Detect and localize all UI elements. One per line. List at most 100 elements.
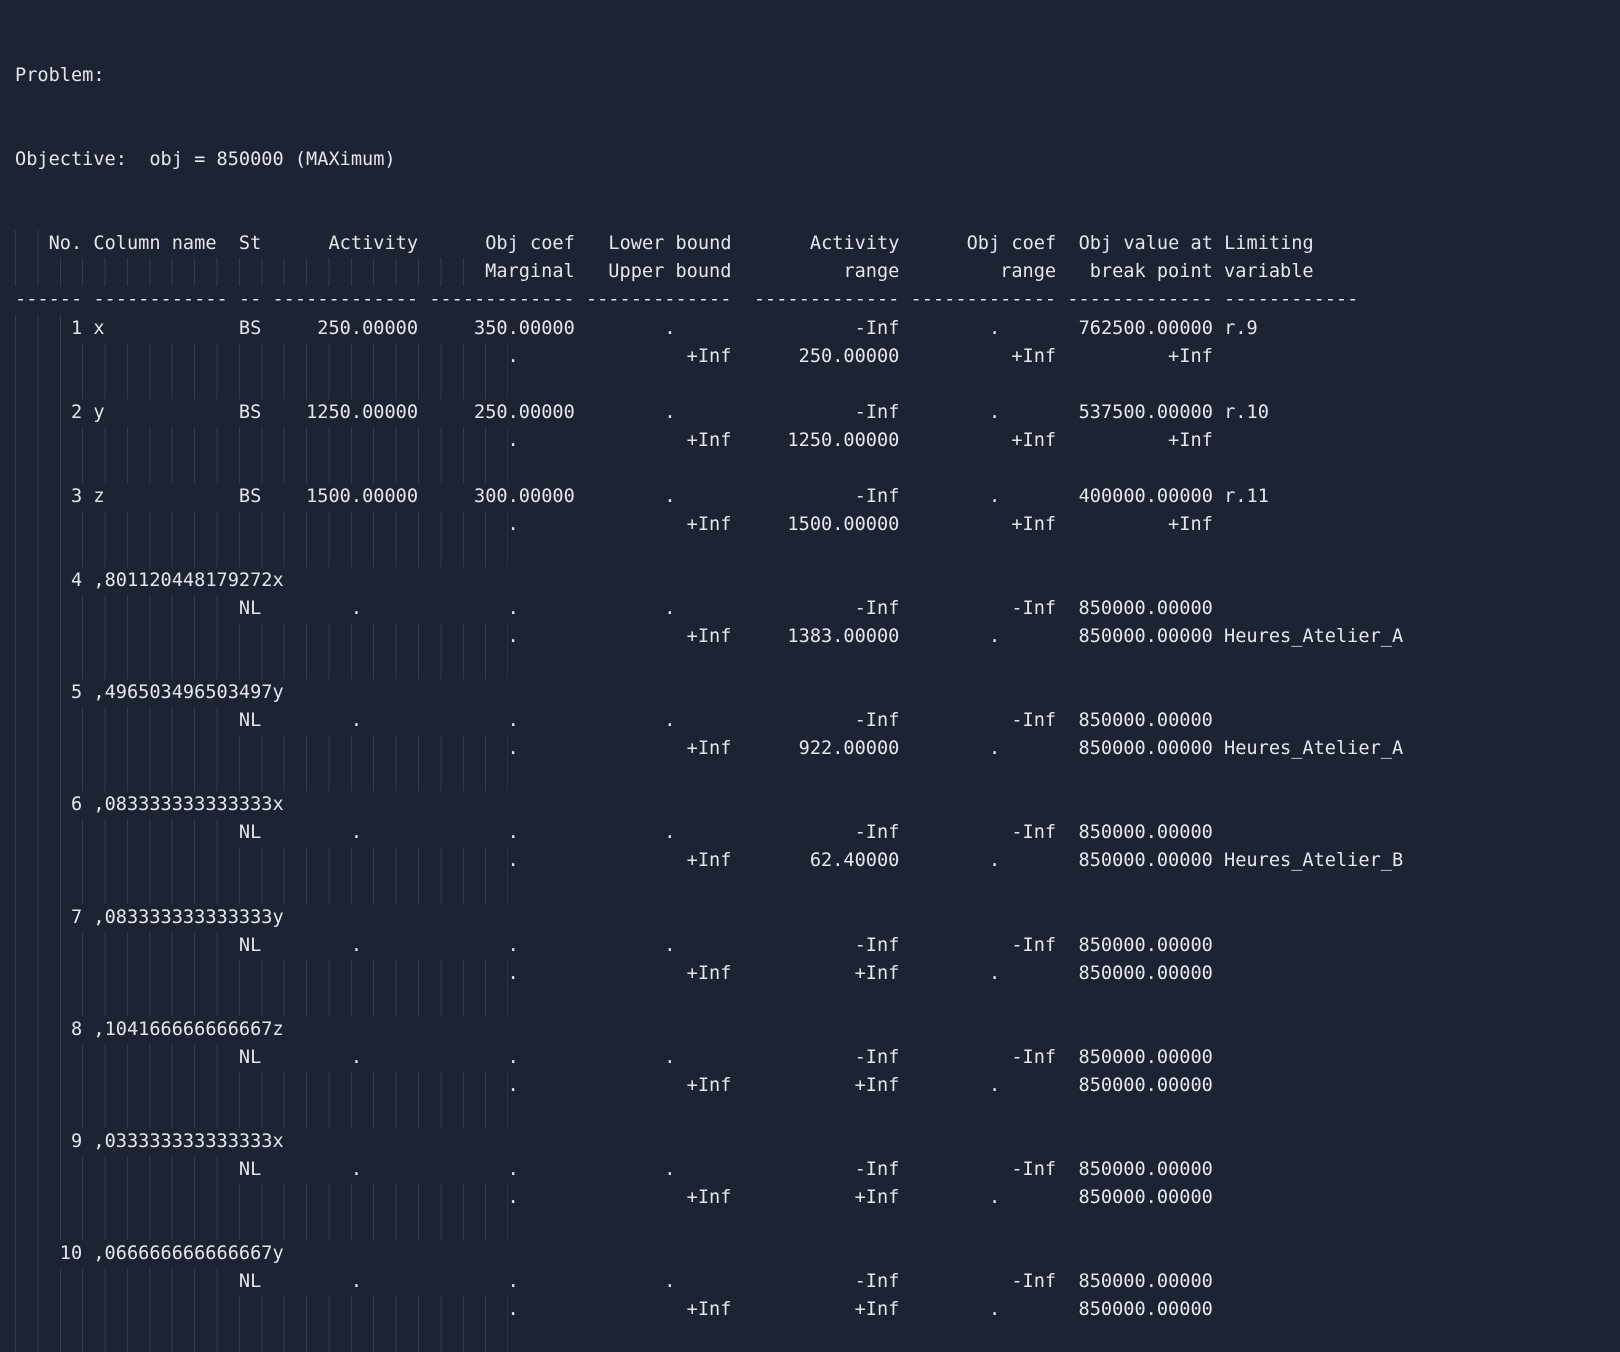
header-obj-coef-range: range: [910, 261, 1057, 283]
activity: .: [272, 597, 418, 619]
lower-bound: .: [585, 1271, 732, 1293]
table-row-secondary: . +Inf 250.00000 +Inf +Inf: [15, 342, 1403, 371]
marginal: .: [507, 1299, 575, 1321]
limiting-variable-low: r.10: [1224, 401, 1269, 423]
activity-range-low: -Inf: [753, 1158, 900, 1180]
problem-label: Problem:: [15, 65, 105, 87]
header-obj-coef: Obj coef: [429, 233, 575, 255]
obj-value-high: 850000.00000: [1067, 1074, 1213, 1096]
marginal: .: [507, 513, 575, 535]
indent-guide: [15, 1268, 239, 1297]
obj-value-high: +Inf: [1067, 345, 1213, 367]
lower-bound: .: [585, 1158, 732, 1180]
obj-coef: .: [429, 1271, 575, 1293]
obj-coef-range-high: .: [910, 1074, 1057, 1096]
indent-guide: [15, 679, 71, 708]
table-row-secondary: . +Inf +Inf . 850000.00000: [15, 1183, 1403, 1213]
activity: 1250.00000: [272, 401, 419, 423]
obj-value-high: 850000.00000: [1067, 738, 1213, 760]
status: NL: [238, 597, 262, 619]
upper-bound: +Inf: [585, 738, 732, 760]
obj-coef-range-high: +Inf: [910, 513, 1057, 535]
marginal: .: [507, 1074, 575, 1096]
activity: 1500.00000: [272, 485, 419, 507]
obj-value-low: 850000.00000: [1067, 934, 1213, 956]
activity-range-high: 1383.00000: [753, 626, 900, 648]
status: NL: [238, 934, 262, 956]
blank-line: [15, 454, 1403, 483]
row-number: 6: [70, 794, 83, 816]
activity: 250.00000: [272, 317, 419, 339]
table-row-secondary: . +Inf 922.00000 . 850000.00000 Heures_A…: [15, 735, 1403, 764]
obj-value-low: 537500.00000: [1067, 401, 1213, 423]
indent-guide: [15, 903, 71, 932]
column-name: ,083333333333333x: [93, 794, 284, 816]
indent-guide: [15, 258, 486, 287]
activity: .: [272, 934, 418, 956]
upper-bound: +Inf: [585, 429, 732, 451]
activity-range-low: -Inf: [753, 710, 900, 732]
obj-coef-range-low: -Inf: [910, 1158, 1057, 1180]
row-number: 5: [70, 682, 83, 704]
limiting-variable-high: Heures_Atelier_B: [1224, 850, 1404, 872]
obj-value-high: 850000.00000: [1067, 1186, 1213, 1208]
indent-guide: [15, 538, 508, 567]
header-line-2: Marginal Upper bound range range break p…: [15, 258, 1403, 287]
indent-guide: [15, 875, 508, 904]
activity: .: [272, 710, 418, 732]
obj-coef: 250.00000: [429, 401, 575, 423]
indent-guide: [15, 1015, 71, 1044]
header-activity-range: range: [753, 261, 900, 283]
obj-coef-range-low: -Inf: [910, 597, 1057, 619]
column-name: z: [93, 485, 228, 507]
table-row: 3 z BS 1500.00000 300.00000 . -Inf . 400…: [15, 482, 1403, 511]
obj-coef: .: [429, 1046, 575, 1068]
lower-bound: .: [585, 317, 732, 339]
activity-range-high: +Inf: [753, 1074, 900, 1096]
column-name: ,801120448179272x: [93, 569, 284, 591]
blank-line: [15, 987, 1403, 1016]
table-row-name: 9 ,033333333333333x: [15, 1127, 1403, 1156]
table-row: NL . . . -Inf -Inf 850000.00000: [15, 1043, 1403, 1072]
table-row: NL . . . -Inf -Inf 850000.00000: [15, 819, 1403, 848]
obj-coef: 300.00000: [429, 485, 575, 507]
indent-guide: [15, 707, 239, 736]
